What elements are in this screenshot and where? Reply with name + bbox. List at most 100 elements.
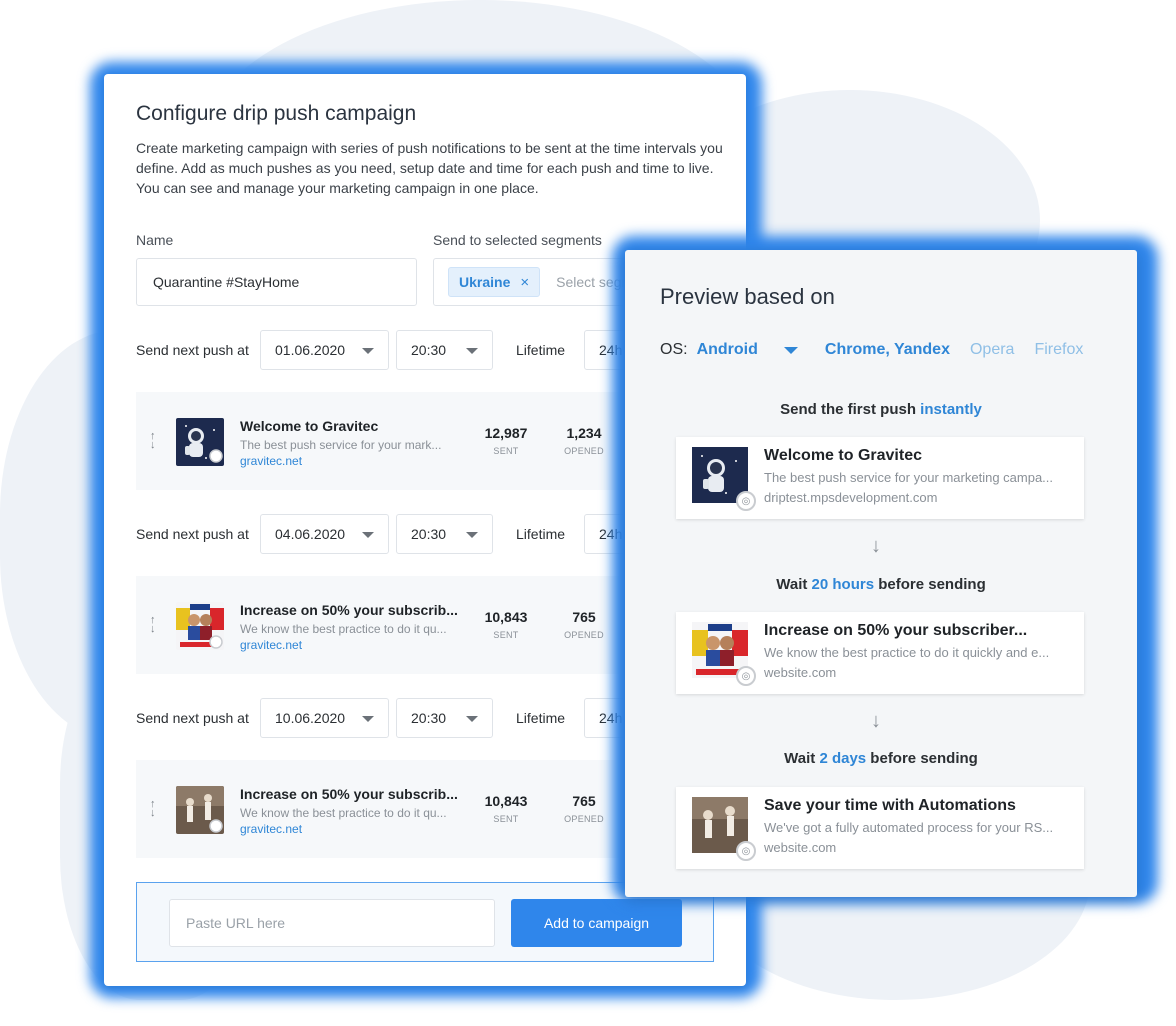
push-title: Increase on 50% your subscrib... xyxy=(240,602,458,618)
send-next-label: Send next push at xyxy=(136,342,249,358)
caret-down-icon xyxy=(466,348,478,354)
push-thumbnail xyxy=(176,602,224,650)
add-to-campaign-button[interactable]: Add to campaign xyxy=(511,899,682,947)
browser-tab-opera[interactable]: Opera xyxy=(970,341,1014,359)
opened-stat: 765 OPENED xyxy=(549,609,619,640)
opened-stat: 765 OPENED xyxy=(549,793,619,824)
chrome-icon: ◎ xyxy=(736,666,756,686)
sort-arrows-icon[interactable]: ↑ ↓ xyxy=(150,799,156,819)
browser-tab-chrome-yandex[interactable]: Chrome, Yandex xyxy=(825,341,950,359)
push-body: We know the best practice to do it qu... xyxy=(240,622,447,636)
sent-label: SENT xyxy=(493,446,519,456)
notification-title: Save your time with Automations xyxy=(764,797,1016,814)
push-body: We know the best practice to do it qu... xyxy=(240,806,447,820)
opened-label: OPENED xyxy=(564,446,604,456)
browser-tab-firefox[interactable]: Firefox xyxy=(1034,341,1083,359)
date-value: 10.06.2020 xyxy=(275,710,346,726)
step-label: Send the first push instantly xyxy=(625,401,1137,418)
step-prefix: Wait xyxy=(776,576,812,593)
arrow-down-icon: ↓ xyxy=(871,535,881,557)
lifetime-label: Lifetime xyxy=(516,526,566,542)
caret-down-icon xyxy=(362,532,374,538)
preview-notification-card: ◎ Save your time with Automations We've … xyxy=(676,787,1084,869)
caret-down-icon xyxy=(362,348,374,354)
sent-label: SENT xyxy=(493,814,519,824)
sort-arrows-icon[interactable]: ↑ ↓ xyxy=(150,431,156,451)
remove-tag-icon[interactable]: × xyxy=(520,274,529,291)
segment-tag: Ukraine × xyxy=(448,267,541,297)
lifetime-label: Lifetime xyxy=(516,342,566,358)
caret-down-icon xyxy=(466,532,478,538)
sent-stat: 12,987 SENT xyxy=(471,425,541,456)
date-value: 04.06.2020 xyxy=(275,526,346,542)
notification-body: We know the best practice to do it quick… xyxy=(764,645,1050,660)
send-next-label: Send next push at xyxy=(136,710,249,726)
push-thumbnail xyxy=(176,786,224,834)
opened-stat: 1,234 OPENED xyxy=(549,425,619,456)
preview-panel: Preview based on OS: Android Chrome, Yan… xyxy=(625,250,1137,897)
opened-value: 765 xyxy=(572,793,596,809)
os-selector-row: OS: Android Chrome, Yandex Opera Firefox xyxy=(660,341,1083,359)
push-url[interactable]: gravitec.net xyxy=(240,454,302,468)
segment-tag-label: Ukraine xyxy=(459,274,511,290)
notification-url: website.com xyxy=(764,840,837,855)
push-url[interactable]: gravitec.net xyxy=(240,822,302,836)
segments-label: Send to selected segments xyxy=(433,232,602,248)
time-value: 20:30 xyxy=(411,526,447,542)
step-highlight: instantly xyxy=(920,401,982,418)
sent-value: 10,843 xyxy=(484,609,528,625)
opened-value: 1,234 xyxy=(566,425,602,441)
step-label: Wait 20 hours before sending xyxy=(625,576,1137,593)
notification-title: Welcome to Gravitec xyxy=(764,447,922,464)
time-select[interactable]: 20:30 xyxy=(396,698,493,738)
name-label: Name xyxy=(136,232,174,248)
sent-stat: 10,843 SENT xyxy=(471,793,541,824)
step-prefix: Send the first push xyxy=(780,401,921,418)
sort-arrows-icon[interactable]: ↑ ↓ xyxy=(150,615,156,635)
step-label: Wait 2 days before sending xyxy=(625,750,1137,767)
chrome-icon: ◎ xyxy=(736,841,756,861)
campaign-name-field[interactable]: Quarantine #StayHome xyxy=(136,258,417,306)
page-title: Configure drip push campaign xyxy=(136,102,417,125)
push-url[interactable]: gravitec.net xyxy=(240,638,302,652)
step-highlight: 20 hours xyxy=(811,576,875,593)
sent-stat: 10,843 SENT xyxy=(471,609,541,640)
opened-label: OPENED xyxy=(564,814,604,824)
date-select[interactable]: 04.06.2020 xyxy=(260,514,389,554)
paste-url-input[interactable] xyxy=(169,899,495,947)
time-select[interactable]: 20:30 xyxy=(396,330,493,370)
date-select[interactable]: 10.06.2020 xyxy=(260,698,389,738)
caret-down-icon xyxy=(466,716,478,722)
preview-notification-card: ◎ Increase on 50% your subscriber... We … xyxy=(676,612,1084,694)
time-value: 20:30 xyxy=(411,710,447,726)
caret-down-icon[interactable] xyxy=(783,346,798,354)
notification-url: driptest.mpsdevelopment.com xyxy=(764,490,938,505)
sent-value: 10,843 xyxy=(484,793,528,809)
notification-url: website.com xyxy=(764,665,837,680)
push-body: The best push service for your mark... xyxy=(240,438,442,452)
step-suffix: before sending xyxy=(874,576,986,593)
notification-body: The best push service for your marketing… xyxy=(764,470,1054,485)
date-value: 01.06.2020 xyxy=(275,342,346,358)
date-select[interactable]: 01.06.2020 xyxy=(260,330,389,370)
page-description: Create marketing campaign with series of… xyxy=(136,140,723,196)
preview-title: Preview based on xyxy=(660,284,835,309)
step-highlight: 2 days xyxy=(819,750,867,767)
opened-label: OPENED xyxy=(564,630,604,640)
step-suffix: before sending xyxy=(866,750,978,767)
lifetime-label: Lifetime xyxy=(516,710,566,726)
opened-value: 765 xyxy=(572,609,596,625)
chrome-icon: ◎ xyxy=(736,491,756,511)
os-dropdown[interactable]: Android xyxy=(697,341,758,359)
os-label: OS: xyxy=(660,341,688,358)
caret-down-icon xyxy=(362,716,374,722)
sent-value: 12,987 xyxy=(484,425,528,441)
push-title: Increase on 50% your subscrib... xyxy=(240,786,458,802)
notification-body: We've got a fully automated process for … xyxy=(764,820,1054,835)
time-select[interactable]: 20:30 xyxy=(396,514,493,554)
arrow-down-icon: ↓ xyxy=(871,710,881,732)
campaign-name-value: Quarantine #StayHome xyxy=(153,274,300,290)
notification-title: Increase on 50% your subscriber... xyxy=(764,622,1028,639)
time-value: 20:30 xyxy=(411,342,447,358)
push-thumbnail xyxy=(176,418,224,466)
